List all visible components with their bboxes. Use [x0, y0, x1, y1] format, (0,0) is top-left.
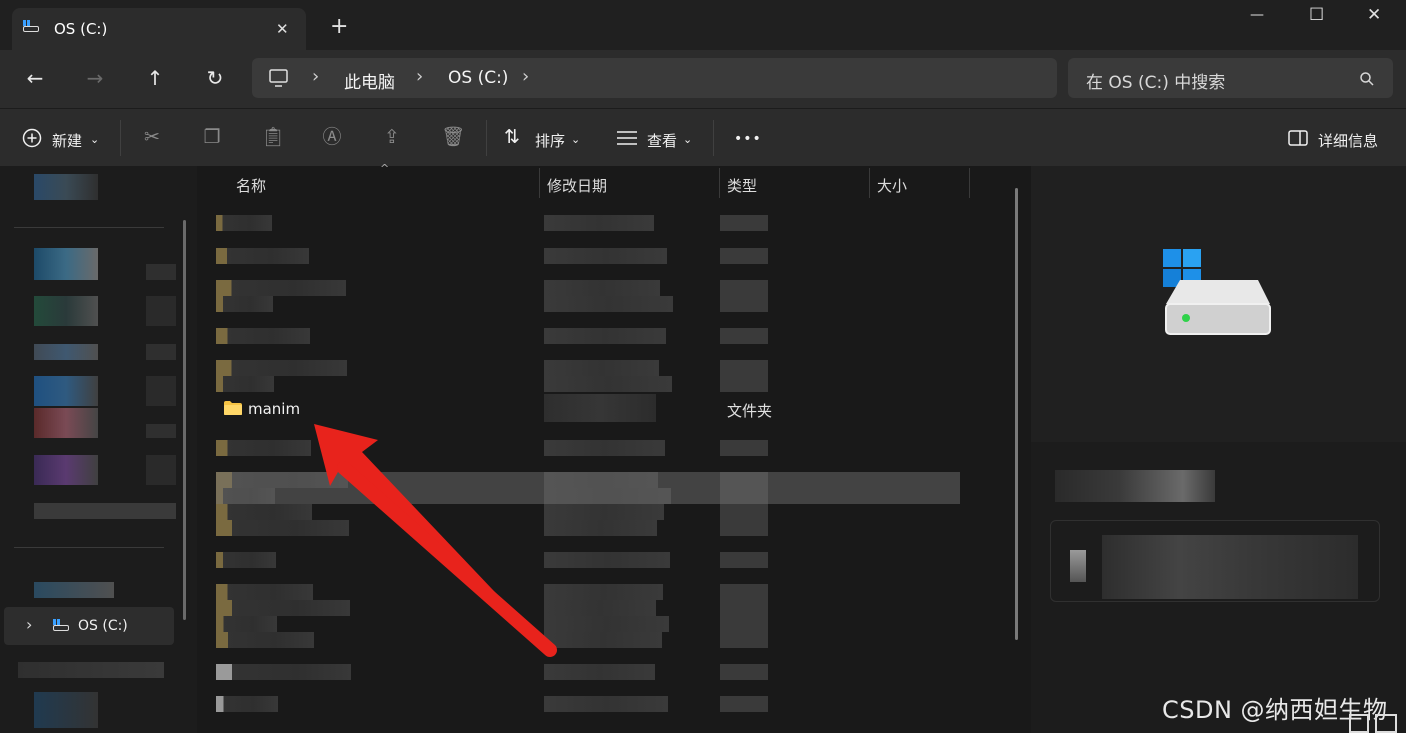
blurred-nav-item: [34, 582, 114, 598]
blurred-nav-item: [146, 344, 176, 360]
sidebar-item-label: OS (C:): [78, 618, 128, 634]
new-tab-button[interactable]: +: [330, 16, 348, 38]
paste-icon[interactable]: 📋︎: [261, 126, 285, 148]
share-icon[interactable]: ⇪: [381, 126, 403, 148]
breadcrumb-separator[interactable]: ›: [522, 66, 529, 87]
tab-title: OS (C:): [54, 20, 108, 38]
blurred-nav-item: [34, 344, 98, 360]
hard-drive-icon: [1163, 249, 1271, 335]
blurred-nav-item: [34, 692, 98, 728]
close-button[interactable]: ✕: [1367, 6, 1381, 24]
drive-icon: [23, 20, 39, 32]
chevron-down-icon: ⌄: [683, 133, 693, 146]
divider: [486, 120, 487, 156]
blurred-detail-text: [1102, 535, 1358, 599]
divider: [14, 547, 164, 548]
blurred-nav-item: [146, 424, 176, 438]
blurred-file-row[interactable]: [216, 215, 960, 231]
blurred-file-row[interactable]: [216, 664, 960, 680]
red-arrow-annotation: [314, 424, 557, 657]
search-box[interactable]: 在 OS (C:) 中搜索: [1068, 58, 1393, 98]
blurred-nav-item: [34, 503, 176, 519]
blurred-file-row[interactable]: [216, 376, 960, 392]
sort-button[interactable]: 排序: [535, 130, 565, 151]
column-header-type[interactable]: 类型: [727, 175, 757, 196]
blurred-nav-item: [18, 662, 164, 678]
list-scrollbar[interactable]: [1015, 188, 1018, 640]
new-button[interactable]: 新建: [52, 130, 82, 151]
delete-icon[interactable]: 🗑︎: [441, 126, 465, 148]
computer-icon: [269, 69, 288, 87]
new-icon: [22, 128, 42, 148]
blurred-nav-item: [146, 264, 176, 280]
column-header-modified[interactable]: 修改日期: [547, 175, 607, 196]
chevron-down-icon: ⌄: [571, 133, 581, 146]
details-pane-icon: [1288, 130, 1308, 146]
view-icon: [617, 131, 637, 145]
blurred-nav-item: [34, 408, 98, 438]
details-button[interactable]: 详细信息: [1318, 130, 1378, 151]
column-divider[interactable]: [869, 168, 870, 198]
more-options-button[interactable]: •••: [734, 131, 762, 147]
blurred-detail-text: [1055, 470, 1215, 502]
blurred-nav-item: [146, 455, 176, 485]
refresh-button[interactable]: ↻: [201, 66, 229, 90]
blurred-detail-text: [1070, 550, 1086, 582]
search-placeholder: 在 OS (C:) 中搜索: [1086, 73, 1226, 93]
folder-icon: [224, 401, 242, 415]
blurred-nav-item: [34, 376, 98, 406]
blurred-nav-item: [146, 296, 176, 326]
minimize-button[interactable]: —: [1250, 6, 1264, 24]
divider: [713, 120, 714, 156]
copy-icon[interactable]: ❐: [201, 126, 223, 148]
blurred-file-row[interactable]: [216, 296, 960, 312]
tab-close-icon[interactable]: ✕: [276, 20, 289, 38]
expand-chevron-icon[interactable]: ›: [26, 615, 32, 634]
blurred-nav-item: [146, 376, 176, 406]
tab-os-c[interactable]: OS (C:) ✕: [12, 8, 306, 50]
breadcrumb-this-pc[interactable]: 此电脑: [344, 68, 395, 93]
blurred-nav-item: [34, 455, 98, 485]
blurred-nav-item: [34, 248, 98, 280]
file-name: manim: [248, 400, 301, 418]
blurred-nav-item: [34, 174, 98, 200]
breadcrumb-separator: ›: [312, 66, 320, 87]
divider: [14, 227, 164, 228]
nav-scrollbar[interactable]: [183, 220, 186, 620]
view-button[interactable]: 查看: [647, 130, 677, 151]
sidebar-item-os-c[interactable]: › OS (C:): [4, 607, 174, 645]
blurred-file-row[interactable]: [216, 248, 960, 264]
navigation-pane: [0, 166, 197, 733]
file-type: 文件夹: [727, 402, 773, 420]
column-header-name[interactable]: 名称: [236, 175, 266, 196]
sort-indicator-icon: ^: [380, 162, 390, 175]
column-divider[interactable]: [539, 168, 540, 198]
watermark-icon: [1349, 714, 1369, 733]
blurred-file-row[interactable]: [216, 360, 960, 376]
cut-icon[interactable]: ✂: [141, 126, 163, 148]
breadcrumb-os-c[interactable]: OS (C:): [448, 68, 508, 88]
breadcrumb-separator: ›: [416, 66, 424, 87]
blurred-file-row[interactable]: [216, 328, 960, 344]
column-divider[interactable]: [719, 168, 720, 198]
drive-icon: [53, 619, 69, 631]
divider: [120, 120, 121, 156]
blurred-nav-item: [34, 296, 98, 326]
back-button[interactable]: ←: [21, 66, 49, 90]
up-button[interactable]: ↑: [141, 66, 169, 90]
blurred-date: [544, 394, 656, 422]
forward-button[interactable]: →: [81, 66, 109, 90]
search-icon: [1360, 72, 1374, 86]
maximize-button[interactable]: ☐: [1309, 6, 1324, 24]
rename-icon[interactable]: Ⓐ: [321, 126, 343, 148]
blurred-file-row[interactable]: [216, 280, 960, 296]
column-header-size[interactable]: 大小: [877, 175, 907, 196]
blurred-file-row[interactable]: [216, 696, 960, 712]
column-divider[interactable]: [969, 168, 970, 198]
chevron-down-icon: ⌄: [90, 133, 100, 146]
sort-icon: ⇅: [504, 126, 520, 148]
watermark-icon: [1375, 714, 1397, 733]
address-bar[interactable]: › 此电脑 › OS (C:) ›: [252, 58, 1057, 98]
